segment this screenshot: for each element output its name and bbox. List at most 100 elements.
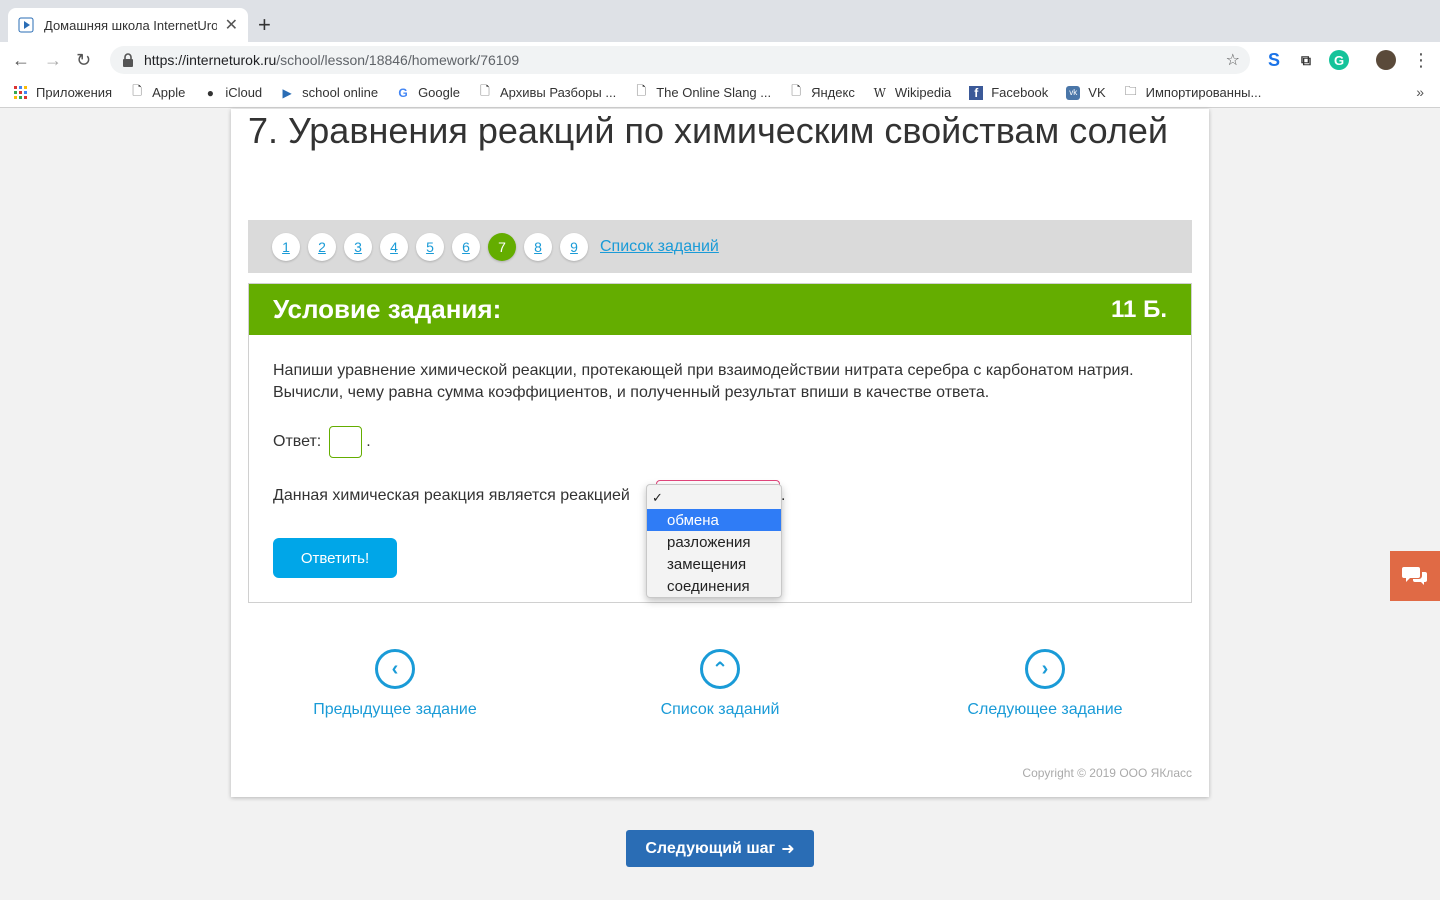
task-header: Условие задания: 11 Б. xyxy=(249,284,1191,335)
bookmark-label: Яндекс xyxy=(811,85,855,100)
apple-icon: ● xyxy=(206,85,214,100)
menu-icon[interactable]: ⋮ xyxy=(1412,50,1430,71)
dropdown-option-decomposition[interactable]: разложения xyxy=(647,531,781,553)
page-link-9[interactable]: 9 xyxy=(560,232,588,261)
page-icon: 🗋 xyxy=(132,84,142,98)
reaction-label: Данная химическая реакция является реакц… xyxy=(273,487,630,504)
browser-toolbar: ← → ↻ https://interneturok.ru/school/les… xyxy=(0,42,1440,78)
page-icon: 🗋 xyxy=(636,84,647,98)
arrow-right-icon: ➜ xyxy=(781,840,795,858)
more-bookmarks-icon[interactable]: » xyxy=(1416,84,1424,100)
bookmark-apple[interactable]: 🗋 Apple xyxy=(130,84,186,100)
dropdown-option-exchange[interactable]: обмена xyxy=(647,509,781,531)
bookmark-icloud[interactable]: ● iCloud xyxy=(203,85,262,100)
bookmark-label: Архивы Разборы ... xyxy=(499,85,617,100)
chat-bubbles-icon xyxy=(1402,567,1427,585)
next-task-label: Следующее задание xyxy=(967,701,1123,718)
vk-icon: vk xyxy=(1066,85,1081,100)
lesson-card: 7. Уравнения реакций по химическим свойс… xyxy=(231,109,1209,797)
checkmark-icon: ✓ xyxy=(652,490,663,505)
prev-task-link[interactable]: ‹ Предыдущее задание xyxy=(310,649,480,719)
task-header-title: Условие задания: xyxy=(273,294,502,324)
reaction-type-dropdown: ✓ обмена разложения замещения соединения xyxy=(646,484,782,598)
bookmark-label: school online xyxy=(302,85,379,100)
page-link-1[interactable]: 1 xyxy=(272,232,300,261)
page-link-5[interactable]: 5 xyxy=(416,232,444,261)
dropdown-option-substitution[interactable]: замещения xyxy=(647,553,781,575)
bookmark-label: Wikipedia xyxy=(894,85,952,100)
chevron-up-icon: ⌃ xyxy=(700,649,740,689)
page-icon: 🗋 xyxy=(480,84,490,98)
bookmark-label: Facebook xyxy=(991,85,1049,100)
bookmark-school-online[interactable]: ▶ school online xyxy=(280,85,379,100)
bookmark-slang[interactable]: 🗋 The Online Slang ... xyxy=(634,84,772,100)
reaction-row: Данная химическая реакция является реакц… xyxy=(273,487,785,505)
back-icon[interactable]: ← xyxy=(12,50,30,71)
page-link-7-active[interactable]: 7 xyxy=(488,232,516,261)
url-path: /school/lesson/18846/homework/76109 xyxy=(276,52,520,68)
task-navigation: ‹ Предыдущее задание ⌃ Список заданий › … xyxy=(231,649,1209,719)
bookmark-archives[interactable]: 🗋 Архивы Разборы ... xyxy=(478,84,617,100)
task-points: 11 Б. xyxy=(1111,295,1167,323)
avatar[interactable] xyxy=(1376,50,1396,70)
page-link-4[interactable]: 4 xyxy=(380,232,408,261)
forward-icon[interactable]: → xyxy=(44,50,62,71)
page-link-3[interactable]: 3 xyxy=(344,232,372,261)
answer-input[interactable] xyxy=(329,426,363,458)
page-link-2[interactable]: 2 xyxy=(308,232,336,261)
facebook-icon: f xyxy=(969,85,984,100)
tab-bar: Домашняя школа InternetUrok ✕ + xyxy=(0,0,1440,42)
bookmark-apps[interactable]: Приложения xyxy=(14,85,112,100)
submit-button[interactable]: Ответить! xyxy=(273,538,397,578)
task-list-link[interactable]: Список заданий xyxy=(600,238,719,256)
answer-row: Ответ: . xyxy=(273,426,371,458)
play-icon: ▶ xyxy=(282,85,292,100)
bookmark-label: Google xyxy=(418,85,460,100)
task-list-label: Список заданий xyxy=(660,701,780,718)
bookmark-facebook[interactable]: f Facebook xyxy=(969,85,1048,100)
bookmark-label: Импортированны... xyxy=(1145,85,1262,100)
apps-grid-icon xyxy=(14,85,28,100)
page-link-8[interactable]: 8 xyxy=(524,232,552,261)
bookmark-label: VK xyxy=(1088,85,1106,100)
skype-extension-icon[interactable]: S xyxy=(1264,50,1284,70)
bookmark-star-icon[interactable]: ☆ xyxy=(1226,50,1240,70)
bookmark-label: The Online Slang ... xyxy=(656,85,772,100)
task-text: Напиши уравнение химической реакции, про… xyxy=(273,362,1134,401)
bookmark-label: Apple xyxy=(152,85,186,100)
chevron-left-icon: ‹ xyxy=(375,649,415,689)
page-link-6[interactable]: 6 xyxy=(452,232,480,261)
bookmark-wikipedia[interactable]: W Wikipedia xyxy=(873,85,952,100)
bookmarks-bar: Приложения 🗋 Apple ● iCloud ▶ school online… xyxy=(0,78,1440,108)
prev-task-label: Предыдущее задание xyxy=(313,701,477,718)
extension-icon[interactable]: ⧉ xyxy=(1296,50,1316,70)
reload-icon[interactable]: ↻ xyxy=(76,50,91,71)
new-tab-icon[interactable]: + xyxy=(258,12,271,38)
answer-period: . xyxy=(366,433,371,450)
bookmark-google[interactable]: G Google xyxy=(396,85,460,100)
chat-button[interactable] xyxy=(1390,551,1440,601)
browser-tab[interactable]: Домашняя школа InternetUrok ✕ xyxy=(8,8,248,42)
bookmark-label: iCloud xyxy=(225,85,263,100)
copyright: Copyright © 2019 ООО ЯКласс xyxy=(1022,766,1192,780)
lesson-title: 7. Уравнения реакций по химическим свойс… xyxy=(248,110,1168,151)
next-task-link[interactable]: › Следующее задание xyxy=(960,649,1130,719)
folder-icon: 🗀 xyxy=(1124,84,1137,98)
site-favicon-icon xyxy=(18,17,34,33)
bookmark-folder-imported[interactable]: 🗀 Импортированны... xyxy=(1124,84,1262,100)
task-list-nav-link[interactable]: ⌃ Список заданий xyxy=(650,649,790,719)
wikipedia-icon: W xyxy=(873,85,886,100)
dropdown-option-empty[interactable]: ✓ xyxy=(647,487,781,509)
address-bar[interactable]: https://interneturok.ru/school/lesson/18… xyxy=(110,46,1250,74)
bookmark-vk[interactable]: vk VK xyxy=(1066,85,1106,100)
google-icon: G xyxy=(398,85,408,100)
grammarly-icon[interactable]: G xyxy=(1329,50,1349,70)
bookmark-yandex[interactable]: 🗋 Яндекс xyxy=(789,84,855,100)
lock-icon xyxy=(123,53,133,67)
bookmark-label: Приложения xyxy=(36,85,113,100)
url-host: https://interneturok.ru xyxy=(144,52,277,68)
dropdown-option-combination[interactable]: соединения xyxy=(647,575,781,597)
chevron-right-icon: › xyxy=(1025,649,1065,689)
next-step-button[interactable]: Следующий шаг ➜ xyxy=(626,830,814,867)
close-tab-icon[interactable]: ✕ xyxy=(225,15,238,35)
